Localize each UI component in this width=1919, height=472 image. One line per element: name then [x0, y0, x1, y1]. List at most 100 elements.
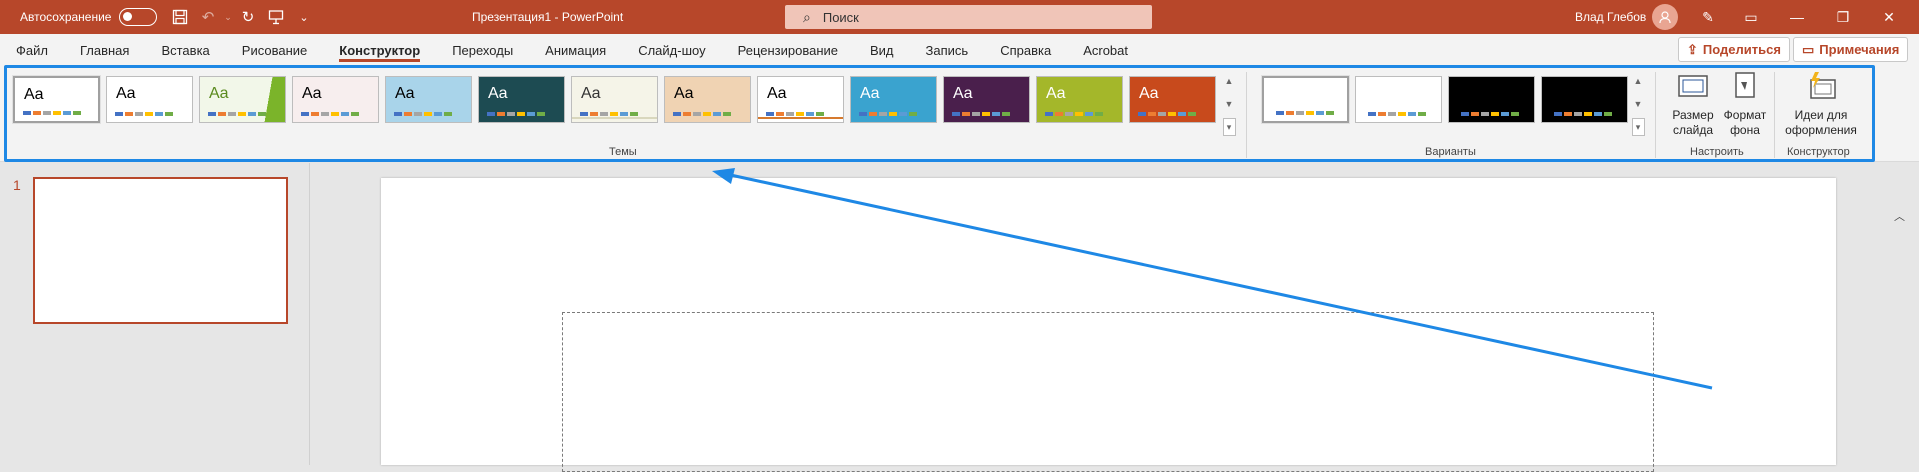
share-label: Поделиться [1702, 42, 1781, 57]
comments-button[interactable]: ▭ Примечания [1793, 37, 1909, 62]
customize-toolbar-icon[interactable]: ⌄ [290, 3, 318, 31]
theme-color-swatches [301, 112, 359, 116]
tab-12[interactable]: Acrobat [1067, 34, 1144, 66]
scroll-down-icon[interactable]: ▼ [1632, 95, 1645, 113]
minimize-icon[interactable]: — [1774, 0, 1820, 34]
autosave-label: Автосохранение [20, 10, 112, 24]
theme-sample-text: Aa [24, 86, 44, 103]
theme-sample-text: Aa [1046, 85, 1066, 102]
undo-icon[interactable]: ↶ [194, 3, 222, 31]
format-background-button[interactable]: Формат фона [1720, 70, 1770, 138]
slide-thumbnails-pane: 1 [0, 163, 310, 465]
theme-sample-text: Aa [1139, 85, 1159, 102]
themes-group-label: Темы [609, 146, 637, 158]
tab-2[interactable]: Вставка [145, 34, 225, 66]
tab-7[interactable]: Слайд-шоу [622, 34, 721, 66]
theme-thumbnail[interactable]: Aa [1036, 76, 1123, 123]
share-icon: ⇪ [1687, 41, 1698, 57]
save-icon[interactable] [166, 3, 194, 31]
tab-10[interactable]: Запись [910, 34, 985, 66]
format-background-label: Формат фона [1723, 108, 1767, 137]
tab-4[interactable]: Конструктор [323, 34, 436, 66]
theme-sample-text: Aa [116, 85, 136, 102]
close-icon[interactable]: ✕ [1866, 0, 1912, 34]
theme-thumbnail[interactable]: Aa [757, 76, 844, 123]
variants-scroll: ▲ ▼ ▾ [1631, 72, 1645, 136]
pen-icon[interactable]: ✎ [1688, 0, 1728, 34]
design-ideas-icon [1810, 72, 1836, 99]
theme-thumbnail[interactable]: Aa [664, 76, 751, 123]
variant-thumbnail[interactable] [1541, 76, 1628, 123]
search-box[interactable]: ⌕ Поиск [785, 5, 1152, 29]
theme-thumbnail[interactable]: Aa [12, 75, 101, 124]
format-background-icon [1735, 72, 1755, 98]
slide-size-label: Размер слайда [1672, 108, 1714, 137]
theme-color-swatches [208, 112, 266, 116]
theme-color-swatches [1045, 112, 1103, 116]
variant-thumbnail[interactable] [1261, 75, 1350, 124]
design-ideas-button[interactable]: Идеи для оформления [1781, 70, 1861, 138]
themes-scroll: ▲ ▼ ▾ [1222, 72, 1236, 136]
variant-thumbnail[interactable] [1355, 76, 1442, 123]
theme-color-swatches [487, 112, 545, 116]
theme-color-swatches [394, 112, 452, 116]
redo-icon[interactable]: ↻ [234, 3, 262, 31]
tab-1[interactable]: Главная [64, 34, 145, 66]
tab-6[interactable]: Анимация [529, 34, 622, 66]
comment-icon: ▭ [1802, 41, 1815, 57]
tab-9[interactable]: Вид [854, 34, 910, 66]
slide-thumbnail[interactable] [33, 177, 288, 324]
tab-0[interactable]: Файл [0, 34, 64, 66]
separator [1774, 72, 1775, 158]
theme-thumbnail[interactable]: Aa [106, 76, 193, 123]
theme-thumbnail[interactable]: Aa [1129, 76, 1216, 123]
slide-size-button[interactable]: Размер слайда [1668, 70, 1718, 138]
separator [1655, 72, 1656, 158]
theme-thumbnail[interactable]: Aa [385, 76, 472, 123]
theme-thumbnail[interactable]: Aa [571, 76, 658, 123]
theme-color-swatches [766, 112, 824, 116]
variant-color-swatches [1461, 112, 1519, 116]
designer-group-label: Конструктор [1787, 146, 1850, 158]
user-name[interactable]: Влад Глебов [1575, 0, 1646, 34]
more-themes-icon[interactable]: ▾ [1222, 118, 1236, 136]
separator [1246, 72, 1247, 158]
theme-thumbnail[interactable]: Aa [478, 76, 565, 123]
theme-color-swatches [580, 112, 638, 116]
tab-11[interactable]: Справка [984, 34, 1067, 66]
theme-thumbnail[interactable]: Aa [292, 76, 379, 123]
theme-color-swatches [673, 112, 731, 116]
collapse-ribbon-icon[interactable]: ︿ [1894, 208, 1905, 224]
restore-icon[interactable]: ❐ [1820, 0, 1866, 34]
comments-label: Примечания [1819, 42, 1900, 57]
theme-color-swatches [952, 112, 1010, 116]
theme-sample-text: Aa [488, 85, 508, 102]
autosave-toggle[interactable] [119, 8, 158, 26]
tab-8[interactable]: Рецензирование [722, 34, 854, 66]
scroll-down-icon[interactable]: ▼ [1223, 95, 1236, 113]
theme-sample-text: Aa [395, 85, 415, 102]
scroll-up-icon[interactable]: ▲ [1223, 72, 1236, 90]
tab-5[interactable]: Переходы [436, 34, 529, 66]
tab-3[interactable]: Рисование [226, 34, 323, 66]
ribbon-display-options-icon[interactable]: ▭ [1728, 0, 1774, 34]
present-from-start-icon[interactable] [262, 3, 290, 31]
more-variants-icon[interactable]: ▾ [1631, 118, 1645, 136]
share-button[interactable]: ⇪ Поделиться [1678, 37, 1790, 62]
theme-color-swatches [23, 111, 81, 115]
theme-thumbnail[interactable]: Aa [943, 76, 1030, 123]
theme-color-swatches [115, 112, 173, 116]
text-placeholder[interactable] [562, 312, 1654, 472]
theme-thumbnail[interactable]: Aa [199, 76, 286, 123]
autosave-group: Автосохранение [20, 0, 158, 34]
theme-thumbnail[interactable]: Aa [850, 76, 937, 123]
scroll-up-icon[interactable]: ▲ [1632, 72, 1645, 90]
variant-color-swatches [1554, 112, 1612, 116]
variant-thumbnail[interactable] [1448, 76, 1535, 123]
avatar[interactable] [1652, 4, 1678, 30]
theme-sample-text: Aa [860, 85, 880, 102]
customize-group-label: Настроить [1690, 146, 1744, 158]
design-ideas-label: Идеи для оформления [1785, 108, 1857, 137]
undo-dropdown-icon[interactable]: ⌄ [222, 3, 234, 31]
search-placeholder: Поиск [822, 9, 859, 25]
